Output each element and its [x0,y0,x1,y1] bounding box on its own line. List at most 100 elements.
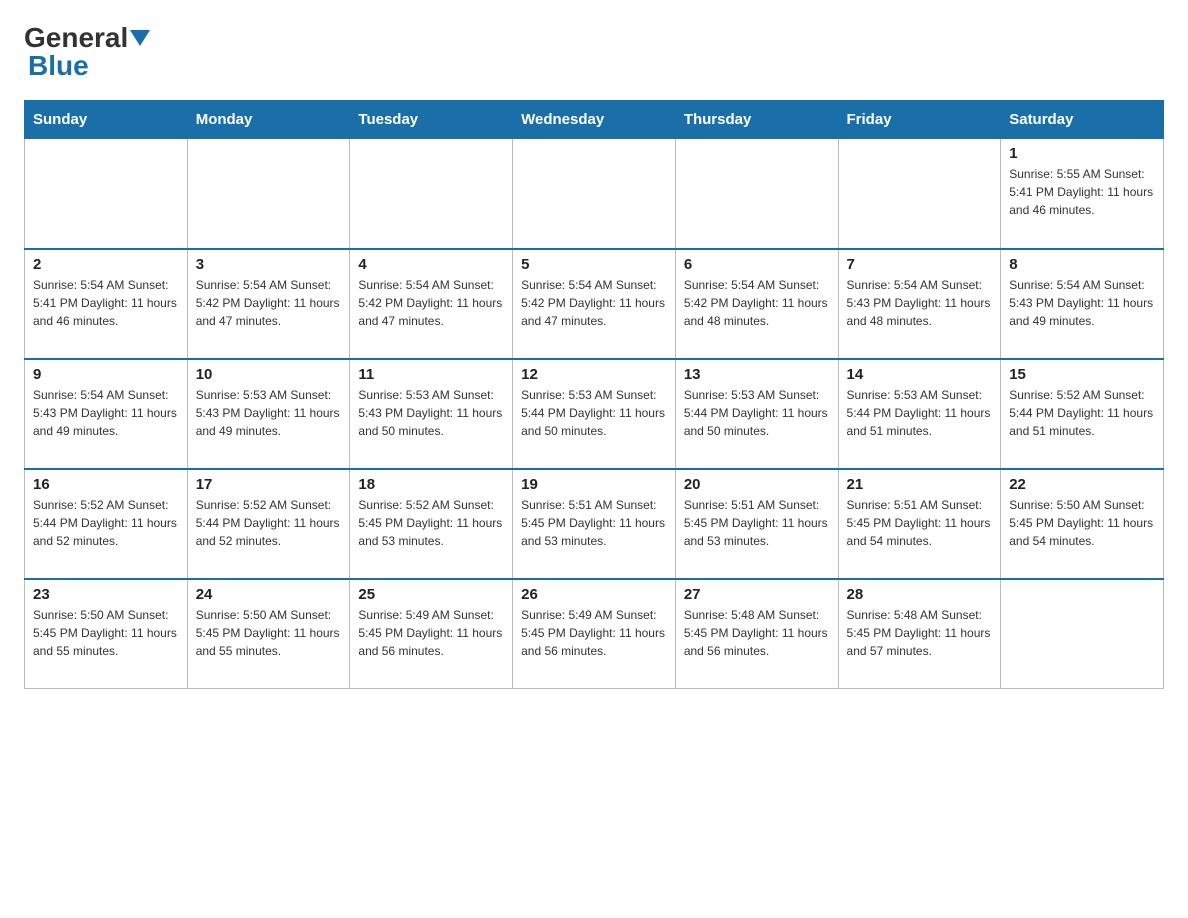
day-number: 4 [358,256,504,273]
day-info: Sunrise: 5:53 AM Sunset: 5:43 PM Dayligh… [196,386,342,440]
day-info: Sunrise: 5:49 AM Sunset: 5:45 PM Dayligh… [521,606,667,660]
calendar-cell: 7 Sunrise: 5:54 AM Sunset: 5:43 PM Daylig… [838,249,1001,359]
day-number: 8 [1009,256,1155,273]
day-info: Sunrise: 5:50 AM Sunset: 5:45 PM Dayligh… [1009,496,1155,550]
day-info: Sunrise: 5:54 AM Sunset: 5:43 PM Dayligh… [33,386,179,440]
calendar-cell: 6 Sunrise: 5:54 AM Sunset: 5:42 PM Daylig… [675,249,838,359]
day-number: 7 [847,256,993,273]
day-info: Sunrise: 5:52 AM Sunset: 5:44 PM Dayligh… [196,496,342,550]
calendar-cell: 21 Sunrise: 5:51 AM Sunset: 5:45 PM Dayli… [838,469,1001,579]
calendar-cell: 14Sunrise: 5:53 AM Sunset: 5:44 PM Dayli… [838,359,1001,469]
calendar-cell: 20 Sunrise: 5:51 AM Sunset: 5:45 PM Dayli… [675,469,838,579]
day-number: 16 [33,476,179,493]
day-number: 18 [358,476,504,493]
calendar-cell: 26 Sunrise: 5:49 AM Sunset: 5:45 PM Dayli… [513,579,676,689]
calendar-cell: 18 Sunrise: 5:52 AM Sunset: 5:45 PM Dayli… [350,469,513,579]
day-info: Sunrise: 5:54 AM Sunset: 5:42 PM Dayligh… [521,276,667,330]
calendar-cell [25,139,188,249]
calendar-cell: 27 Sunrise: 5:48 AM Sunset: 5:45 PM Dayli… [675,579,838,689]
header-sunday: Sunday [25,101,188,139]
day-number: 22 [1009,476,1155,493]
header-tuesday: Tuesday [350,101,513,139]
header-wednesday: Wednesday [513,101,676,139]
logo-general: General [24,22,128,53]
calendar-cell: 9 Sunrise: 5:54 AM Sunset: 5:43 PM Daylig… [25,359,188,469]
day-number: 3 [196,256,342,273]
day-info: Sunrise: 5:51 AM Sunset: 5:45 PM Dayligh… [847,496,993,550]
week-row-2: 2 Sunrise: 5:54 AM Sunset: 5:41 PM Daylig… [25,249,1164,359]
day-number: 10 [196,366,342,383]
day-info: Sunrise: 5:52 AM Sunset: 5:44 PM Dayligh… [33,496,179,550]
calendar-table: SundayMondayTuesdayWednesdayThursdayFrid… [24,100,1164,689]
day-info: Sunrise: 5:51 AM Sunset: 5:45 PM Dayligh… [521,496,667,550]
day-number: 13 [684,366,830,383]
calendar-cell: 4 Sunrise: 5:54 AM Sunset: 5:42 PM Daylig… [350,249,513,359]
calendar-cell: 3Sunrise: 5:54 AM Sunset: 5:42 PM Daylig… [187,249,350,359]
header-saturday: Saturday [1001,101,1164,139]
day-number: 21 [847,476,993,493]
day-info: Sunrise: 5:55 AM Sunset: 5:41 PM Dayligh… [1009,165,1155,219]
calendar-cell: 15 Sunrise: 5:52 AM Sunset: 5:44 PM Dayli… [1001,359,1164,469]
day-info: Sunrise: 5:48 AM Sunset: 5:45 PM Dayligh… [684,606,830,660]
calendar-cell [675,139,838,249]
calendar-cell: 12 Sunrise: 5:53 AM Sunset: 5:44 PM Dayli… [513,359,676,469]
week-row-4: 16 Sunrise: 5:52 AM Sunset: 5:44 PM Dayli… [25,469,1164,579]
day-number: 17 [196,476,342,493]
logo-blue: Blue [28,52,89,80]
calendar-cell [1001,579,1164,689]
day-number: 6 [684,256,830,273]
logo: General Blue [24,24,150,80]
day-number: 27 [684,586,830,603]
week-row-3: 9 Sunrise: 5:54 AM Sunset: 5:43 PM Daylig… [25,359,1164,469]
day-info: Sunrise: 5:53 AM Sunset: 5:44 PM Dayligh… [684,386,830,440]
day-number: 19 [521,476,667,493]
week-row-5: 23Sunrise: 5:50 AM Sunset: 5:45 PM Dayli… [25,579,1164,689]
calendar-cell: 2 Sunrise: 5:54 AM Sunset: 5:41 PM Daylig… [25,249,188,359]
day-info: Sunrise: 5:53 AM Sunset: 5:44 PM Dayligh… [847,386,993,440]
calendar-cell: 13 Sunrise: 5:53 AM Sunset: 5:44 PM Dayli… [675,359,838,469]
day-info: Sunrise: 5:52 AM Sunset: 5:45 PM Dayligh… [358,496,504,550]
day-info: Sunrise: 5:53 AM Sunset: 5:44 PM Dayligh… [521,386,667,440]
day-number: 25 [358,586,504,603]
calendar-cell: 22 Sunrise: 5:50 AM Sunset: 5:45 PM Dayli… [1001,469,1164,579]
calendar-cell: 19 Sunrise: 5:51 AM Sunset: 5:45 PM Dayli… [513,469,676,579]
day-info: Sunrise: 5:51 AM Sunset: 5:45 PM Dayligh… [684,496,830,550]
calendar-cell: 17 Sunrise: 5:52 AM Sunset: 5:44 PM Dayli… [187,469,350,579]
calendar-cell: 25 Sunrise: 5:49 AM Sunset: 5:45 PM Dayli… [350,579,513,689]
day-info: Sunrise: 5:54 AM Sunset: 5:42 PM Dayligh… [684,276,830,330]
day-info: Sunrise: 5:50 AM Sunset: 5:45 PM Dayligh… [196,606,342,660]
day-info: Sunrise: 5:53 AM Sunset: 5:43 PM Dayligh… [358,386,504,440]
day-number: 24 [196,586,342,603]
day-number: 20 [684,476,830,493]
calendar-cell [187,139,350,249]
calendar-cell: 28Sunrise: 5:48 AM Sunset: 5:45 PM Dayli… [838,579,1001,689]
logo-triangle-icon [130,30,150,46]
day-info: Sunrise: 5:50 AM Sunset: 5:45 PM Dayligh… [33,606,179,660]
day-info: Sunrise: 5:54 AM Sunset: 5:43 PM Dayligh… [847,276,993,330]
calendar-cell: 16 Sunrise: 5:52 AM Sunset: 5:44 PM Dayli… [25,469,188,579]
day-info: Sunrise: 5:54 AM Sunset: 5:43 PM Dayligh… [1009,276,1155,330]
day-number: 26 [521,586,667,603]
day-info: Sunrise: 5:54 AM Sunset: 5:42 PM Dayligh… [358,276,504,330]
day-info: Sunrise: 5:52 AM Sunset: 5:44 PM Dayligh… [1009,386,1155,440]
day-number: 9 [33,366,179,383]
day-number: 5 [521,256,667,273]
calendar-cell [513,139,676,249]
calendar-cell [350,139,513,249]
day-info: Sunrise: 5:49 AM Sunset: 5:45 PM Dayligh… [358,606,504,660]
calendar-cell: 10 Sunrise: 5:53 AM Sunset: 5:43 PM Dayli… [187,359,350,469]
calendar-cell: 11Sunrise: 5:53 AM Sunset: 5:43 PM Dayli… [350,359,513,469]
header-friday: Friday [838,101,1001,139]
calendar-cell: 1 Sunrise: 5:55 AM Sunset: 5:41 PM Daylig… [1001,139,1164,249]
day-number: 12 [521,366,667,383]
calendar-cell: 5 Sunrise: 5:54 AM Sunset: 5:42 PM Daylig… [513,249,676,359]
calendar-cell: 23Sunrise: 5:50 AM Sunset: 5:45 PM Dayli… [25,579,188,689]
calendar-cell: 24 Sunrise: 5:50 AM Sunset: 5:45 PM Dayli… [187,579,350,689]
day-number: 2 [33,256,179,273]
day-number: 15 [1009,366,1155,383]
header-monday: Monday [187,101,350,139]
calendar-cell: 8 Sunrise: 5:54 AM Sunset: 5:43 PM Daylig… [1001,249,1164,359]
day-number: 1 [1009,145,1155,162]
day-info: Sunrise: 5:54 AM Sunset: 5:41 PM Dayligh… [33,276,179,330]
day-number: 28 [847,586,993,603]
